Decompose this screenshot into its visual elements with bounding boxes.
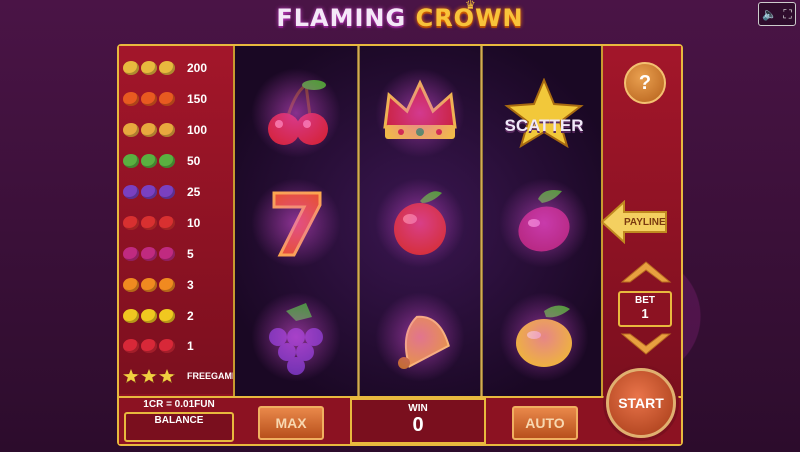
orange-icon	[159, 278, 175, 292]
paytable-row: 100	[123, 120, 207, 140]
paytable-value: 10	[187, 216, 201, 230]
orange-icon	[141, 278, 157, 292]
paytable-row: 150	[123, 89, 207, 109]
bet-value: 1	[641, 306, 649, 321]
paytable-row: 3	[123, 275, 194, 295]
bell-icon	[123, 123, 139, 137]
cherry-icon	[159, 339, 175, 353]
cherry-icon	[141, 339, 157, 353]
apple-icon	[375, 178, 465, 268]
reel-3: SCATTER	[483, 46, 605, 396]
star-icon	[141, 369, 157, 383]
auto-spin-button[interactable]: AUTO	[512, 406, 578, 440]
bell-icon	[375, 292, 465, 382]
paytable-value: 3	[187, 278, 194, 292]
win-display: WIN 0	[350, 398, 486, 444]
logo-word-flaming: FLAMING	[276, 4, 407, 32]
cherry-icon	[251, 68, 341, 158]
crown-icon	[375, 68, 465, 158]
reel-2	[359, 46, 481, 396]
seven-icon	[141, 92, 157, 106]
star-icon	[123, 369, 139, 383]
scatter-icon: SCATTER	[499, 68, 589, 158]
balance-label: BALANCE	[154, 415, 204, 426]
grapes-icon	[141, 185, 157, 199]
win-value: 0	[412, 414, 424, 436]
crown-icon	[123, 61, 139, 75]
crown-icon	[159, 61, 175, 75]
paytable-value: 100	[187, 123, 208, 137]
grapes-icon	[159, 185, 175, 199]
reels-area: SCATTER	[233, 46, 603, 396]
paytable-value: 25	[187, 185, 201, 199]
paytable-value: 2	[187, 309, 194, 323]
paytable-row: 2	[123, 306, 194, 326]
bet-label: BET	[635, 295, 655, 306]
apple-icon	[141, 216, 157, 230]
paytable-row: 25	[123, 182, 200, 202]
help-button[interactable]: ?	[624, 62, 666, 104]
watermelon-icon	[159, 154, 175, 168]
bet-display: BET 1	[618, 291, 672, 327]
paytable-value: 1	[187, 339, 194, 353]
star-icon	[159, 369, 175, 383]
cherry-icon	[123, 339, 139, 353]
paytable-row: 5	[123, 244, 194, 264]
paytable-row: 1	[123, 336, 194, 356]
paytable-value: 50	[187, 154, 201, 168]
seven-icon	[251, 178, 341, 268]
paytable-row: FREEGAMES	[123, 366, 244, 386]
plum-icon	[123, 247, 139, 261]
paytable-row: 10	[123, 213, 200, 233]
credit-conversion: 1CR = 0.01FUN	[143, 399, 215, 410]
scatter-label: SCATTER	[504, 116, 584, 135]
grapes-icon	[251, 292, 341, 382]
plum-icon	[141, 247, 157, 261]
reel-1	[235, 46, 357, 396]
bell-icon	[159, 123, 175, 137]
bet-increase-button[interactable]	[618, 258, 674, 284]
lemon-icon	[123, 309, 139, 323]
logo-crown-icon: ♛	[465, 0, 476, 12]
plum-icon	[499, 178, 589, 268]
paytable-value: 200	[187, 61, 208, 75]
system-buttons: 🔈 ⛶	[758, 2, 796, 26]
seven-icon	[123, 92, 139, 106]
payline-label: PAYLINE	[624, 217, 666, 228]
win-label: WIN	[408, 403, 428, 414]
fullscreen-icon[interactable]: ⛶	[783, 7, 791, 22]
paytable-row: 200	[123, 58, 207, 78]
crown-icon	[141, 61, 157, 75]
max-bet-button[interactable]: MAX	[258, 406, 324, 440]
lemon-icon	[159, 309, 175, 323]
bell-icon	[141, 123, 157, 137]
paytable-value: 5	[187, 247, 194, 261]
lemon-icon	[141, 309, 157, 323]
watermelon-icon	[141, 154, 157, 168]
watermelon-icon	[123, 154, 139, 168]
sound-icon[interactable]: 🔈	[762, 7, 777, 21]
seven-icon	[159, 92, 175, 106]
paytable-row: 50	[123, 151, 200, 171]
apple-icon	[159, 216, 175, 230]
paytable-value: 150	[187, 92, 208, 106]
grapes-icon	[123, 185, 139, 199]
plum-icon	[159, 247, 175, 261]
bet-decrease-button[interactable]	[618, 332, 674, 358]
lemon-icon	[499, 292, 589, 382]
orange-icon	[123, 278, 139, 292]
game-logo: FLAMING CROWN	[0, 4, 800, 32]
start-spin-button[interactable]: START	[606, 368, 676, 438]
balance-box: BALANCE	[124, 412, 234, 442]
apple-icon	[123, 216, 139, 230]
